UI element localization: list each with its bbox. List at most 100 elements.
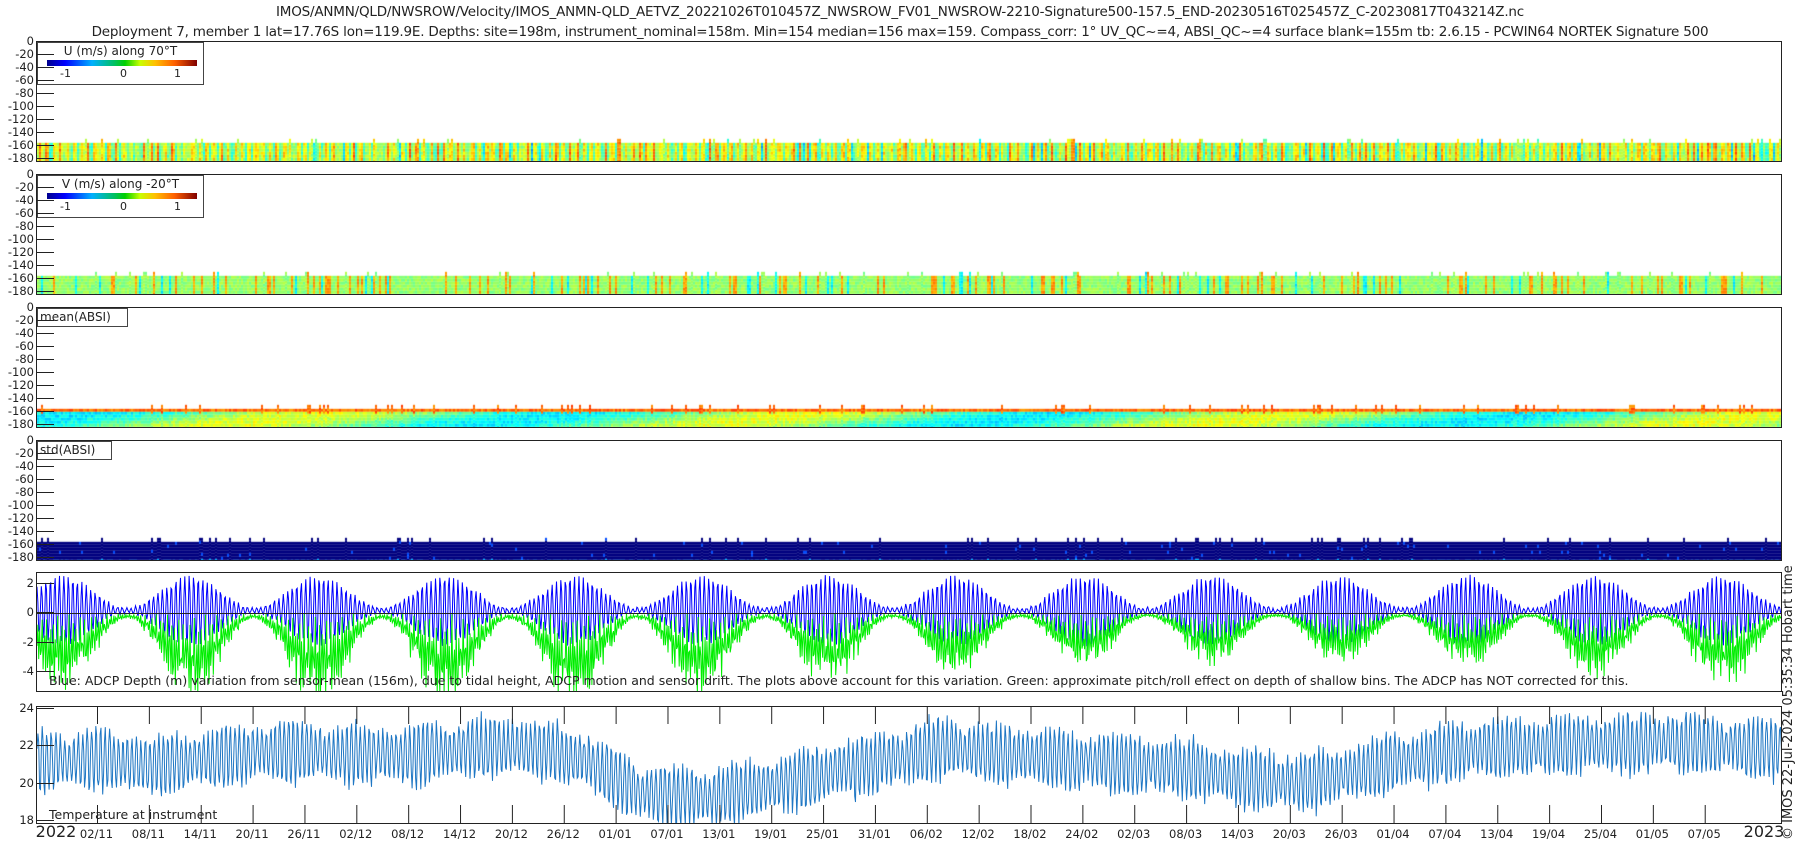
y-tick-mark bbox=[36, 531, 54, 533]
y-tick-label: -40 bbox=[15, 60, 34, 75]
y-tick-mark bbox=[36, 398, 54, 400]
colorbar-gradient bbox=[47, 193, 197, 199]
panel-label: mean(ABSI) bbox=[37, 308, 128, 327]
y-tick-label: -20 bbox=[15, 313, 34, 327]
x-tick-label: 14/03 bbox=[1220, 827, 1255, 841]
y-tick-mark bbox=[36, 291, 54, 293]
x-tick-label: 31/01 bbox=[857, 827, 891, 841]
temperature-line bbox=[37, 711, 1781, 823]
y-tick-label: -100 bbox=[7, 365, 34, 380]
y-tick-mark bbox=[36, 213, 54, 215]
y-tick-label: -180 bbox=[7, 151, 34, 166]
colorbar-legend: V (m/s) along -20°T -1 0 1 bbox=[37, 175, 204, 218]
x-tick-label: 13/01 bbox=[702, 827, 736, 841]
y-tick-mark bbox=[36, 106, 54, 108]
y-tick-label: -100 bbox=[7, 498, 34, 513]
colorbar-legend: U (m/s) along 70°T -1 0 1 bbox=[37, 42, 204, 85]
plot-title: IMOS/ANMN/QLD/NWSROW/Velocity/IMOS_ANMN-… bbox=[275, 4, 1524, 20]
y-tick-mark bbox=[36, 54, 54, 55]
depth-annotation: Blue: ADCP Depth (m) variation from sens… bbox=[49, 673, 1629, 688]
y-tick-label: 0 bbox=[26, 433, 34, 447]
y-tick-mark bbox=[36, 200, 54, 202]
y-tick-label: -80 bbox=[15, 86, 34, 101]
x-tick-label: 02/11 bbox=[79, 827, 114, 841]
y-tick-mark bbox=[36, 707, 54, 709]
x-tick-label: 14/12 bbox=[442, 827, 477, 841]
y-tick-label: -120 bbox=[7, 112, 34, 127]
x-tick-label: 08/12 bbox=[391, 827, 425, 841]
y-tick-mark bbox=[36, 641, 54, 643]
y-tick-mark bbox=[36, 132, 54, 134]
colorbar-tick-label: 1 bbox=[174, 200, 181, 213]
y-tick-mark bbox=[36, 440, 54, 441]
heatmap-u bbox=[37, 42, 1781, 161]
y-tick-label: -140 bbox=[7, 258, 34, 273]
y-tick-mark bbox=[36, 80, 54, 82]
y-tick-label: -20 bbox=[15, 180, 34, 194]
y-tick-mark bbox=[36, 359, 54, 361]
x-tick-label: 26/12 bbox=[546, 827, 580, 841]
y-tick-label: 0 bbox=[26, 34, 34, 48]
y-tick-label: -60 bbox=[15, 73, 34, 88]
y-tick-mark bbox=[36, 671, 54, 673]
x-tick-label: 25/04 bbox=[1583, 827, 1618, 841]
x-tick-label: 18/02 bbox=[1013, 827, 1047, 841]
temperature-annotation: Temperature at instrument bbox=[49, 807, 218, 822]
colorbar-title: V (m/s) along -20°T bbox=[61, 177, 180, 191]
x-tick-label: 20/12 bbox=[494, 827, 528, 841]
y-tick-label: -4 bbox=[22, 664, 34, 679]
y-tick-label: -40 bbox=[15, 326, 34, 341]
y-tick-label: -180 bbox=[7, 550, 34, 565]
y-tick-mark bbox=[36, 145, 54, 147]
credit-label: © IMOS 22-Jul-2024 05:35:34 Hobart time bbox=[1781, 565, 1796, 840]
y-tick-label: 0 bbox=[26, 605, 34, 620]
y-tick-mark bbox=[36, 307, 54, 308]
x-tick-label: 20/03 bbox=[1272, 827, 1306, 841]
x-tick-label: 19/04 bbox=[1532, 827, 1566, 841]
x-tick-label: 12/02 bbox=[961, 827, 995, 841]
y-tick-label: -180 bbox=[7, 284, 34, 299]
colorbar-tick-label: -1 bbox=[60, 200, 71, 213]
y-tick-label: -2 bbox=[22, 634, 34, 649]
y-tick-label: 18 bbox=[19, 813, 34, 828]
panel-label: std(ABSI) bbox=[37, 441, 113, 460]
y-tick-mark bbox=[36, 187, 54, 188]
y-tick-mark bbox=[36, 505, 54, 507]
y-tick-label: 0 bbox=[26, 167, 34, 181]
x-tick-label: 24/02 bbox=[1065, 827, 1099, 841]
panel-u: U (m/s) along 70°T -1 0 1 bbox=[36, 41, 1782, 162]
heatmap-v bbox=[37, 175, 1781, 294]
x-tick-label: 20/11 bbox=[235, 827, 269, 841]
y-tick-mark bbox=[36, 583, 54, 585]
panel-temperature: Temperature at instrument bbox=[36, 706, 1782, 824]
colorbar-tick-label: 1 bbox=[174, 67, 181, 80]
x-tick-label: 08/11 bbox=[131, 827, 165, 841]
y-tick-label: -160 bbox=[7, 271, 34, 286]
y-tick-label: -160 bbox=[7, 404, 34, 419]
x-tick-label: 13/04 bbox=[1480, 827, 1514, 841]
y-tick-mark bbox=[36, 782, 54, 784]
x-tick-label: 01/04 bbox=[1376, 827, 1410, 841]
x-tick-label: 07/04 bbox=[1428, 827, 1462, 841]
heatmap-std-absi bbox=[37, 441, 1781, 560]
y-tick-mark bbox=[36, 411, 54, 413]
y-tick-label: -80 bbox=[15, 219, 34, 234]
y-tick-mark bbox=[36, 93, 54, 95]
y-tick-label: 24 bbox=[19, 700, 34, 715]
y-tick-label: -80 bbox=[15, 485, 34, 500]
y-tick-label: -120 bbox=[7, 511, 34, 526]
y-tick-mark bbox=[36, 492, 54, 494]
y-tick-label: -120 bbox=[7, 245, 34, 260]
y-tick-label: -100 bbox=[7, 99, 34, 114]
y-tick-mark bbox=[36, 820, 54, 822]
x-tick-label: 07/05 bbox=[1687, 827, 1721, 841]
y-tick-mark bbox=[36, 333, 54, 335]
y-tick-mark bbox=[36, 424, 54, 426]
y-tick-mark bbox=[36, 119, 54, 121]
panel-v: V (m/s) along -20°T -1 0 1 bbox=[36, 174, 1782, 295]
y-tick-mark bbox=[36, 372, 54, 374]
colorbar-tick-label: 0 bbox=[120, 200, 127, 213]
y-tick-mark bbox=[36, 518, 54, 520]
y-tick-label: -180 bbox=[7, 417, 34, 432]
x-tick-label: 01/01 bbox=[598, 827, 632, 841]
